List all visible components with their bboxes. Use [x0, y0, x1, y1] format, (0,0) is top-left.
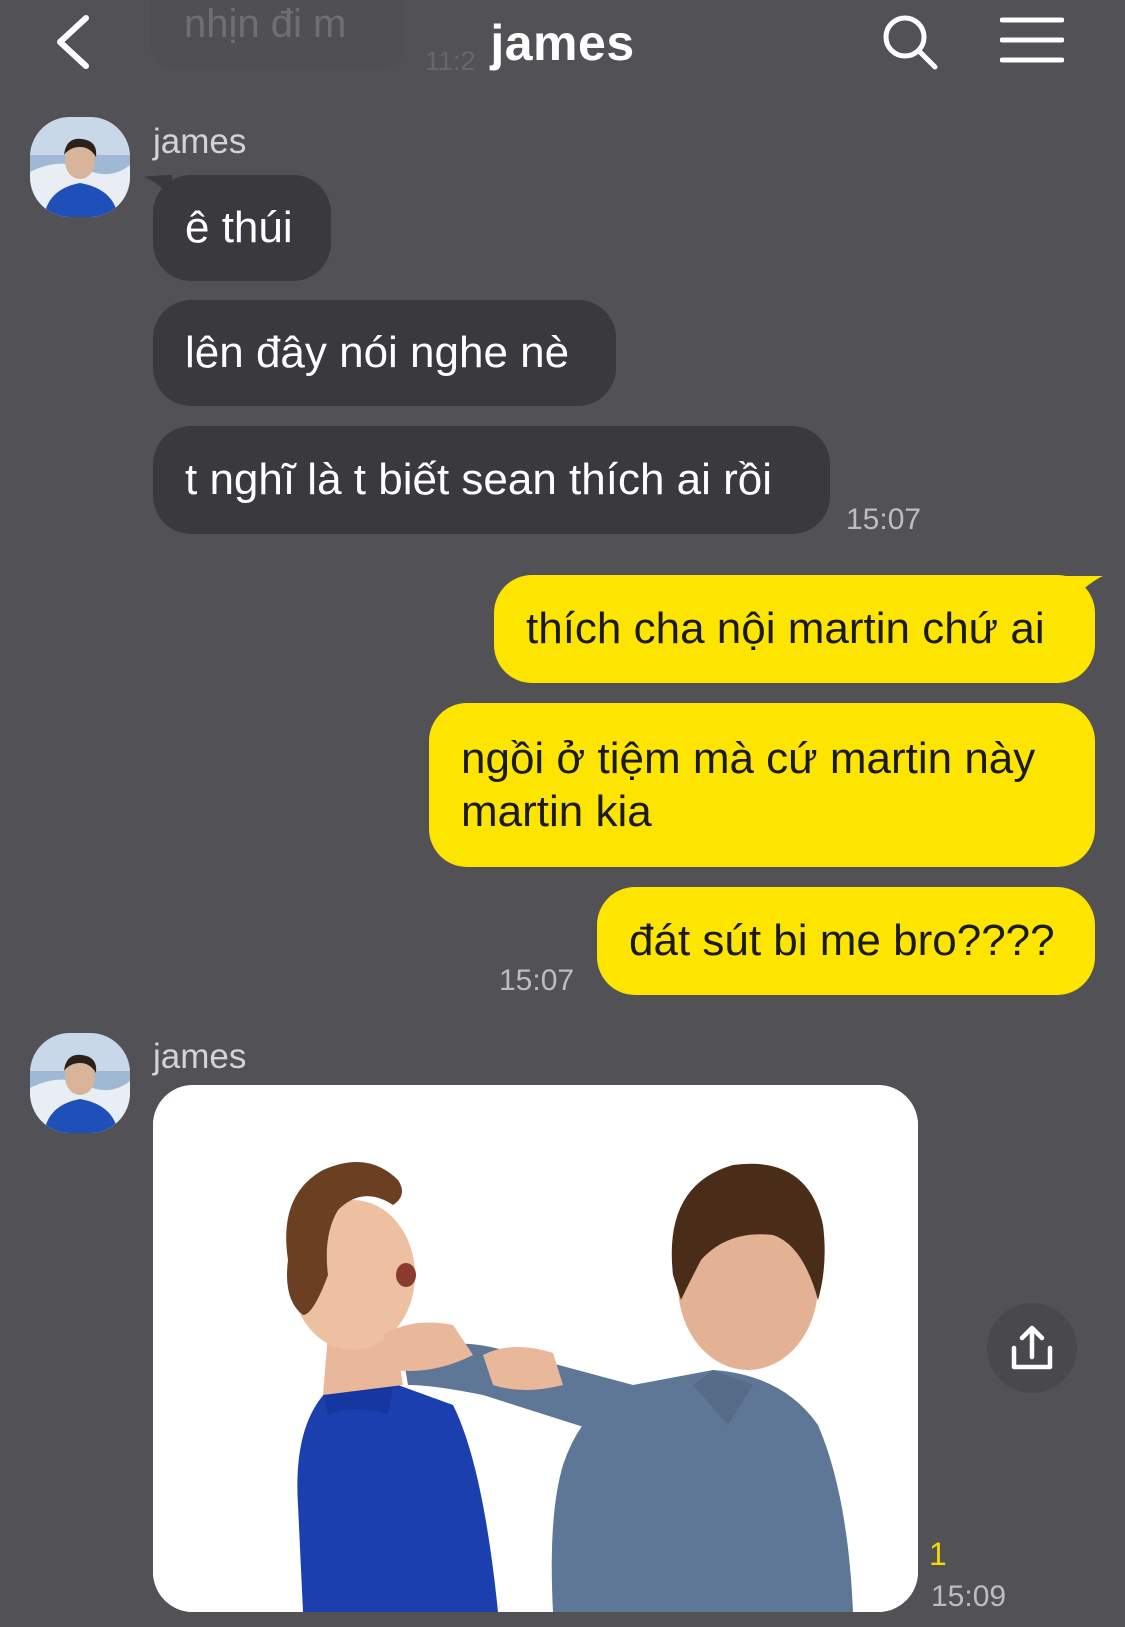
message-bubble-outgoing[interactable]: ngồi ở tiệm mà cứ martin này martin kia: [429, 703, 1095, 867]
message-bubble-incoming[interactable]: ê thúi: [153, 175, 331, 281]
message-bubble-outgoing[interactable]: thích cha nội martin chứ ai: [494, 575, 1095, 683]
back-icon[interactable]: [50, 14, 96, 70]
message-bubble-outgoing[interactable]: đát sút bi me bro????: [597, 887, 1095, 995]
message-bubble-incoming[interactable]: lên đây nói nghe nè: [153, 300, 616, 406]
menu-icon[interactable]: [1000, 16, 1064, 64]
image-message[interactable]: [153, 1085, 918, 1612]
sender-name: james: [153, 1037, 247, 1076]
share-button[interactable]: [987, 1303, 1077, 1393]
sender-name: james: [153, 122, 247, 161]
message-bubble-incoming[interactable]: t nghĩ là t biết sean thích ai rồi: [153, 426, 830, 534]
avatar[interactable]: [30, 1033, 130, 1133]
chat-title: james: [490, 15, 635, 71]
message-time: 15:07: [499, 964, 575, 997]
search-icon[interactable]: [880, 12, 940, 72]
message-time: 15:09: [931, 1580, 1007, 1613]
avatar[interactable]: [30, 117, 130, 217]
share-icon: [1011, 1325, 1053, 1370]
chat-header: nhịn đi m 11:2 james: [0, 0, 1125, 90]
unread-count: 1: [929, 1536, 947, 1572]
message-time: 15:07: [846, 503, 922, 536]
